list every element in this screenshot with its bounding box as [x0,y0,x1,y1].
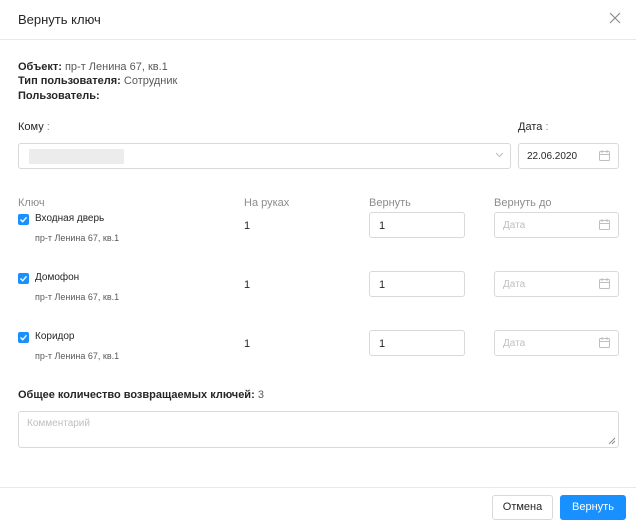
dialog-title: Вернуть ключ [18,12,101,27]
key-address: пр-т Ленина 67, кв.1 [35,292,120,302]
date-value: 22.06.2020 [527,151,578,162]
row-checkbox[interactable] [18,273,29,284]
object-value: пр-т Ленина 67, кв.1 [64,61,168,73]
key-address: пр-т Ленина 67, кв.1 [35,233,120,243]
dialog-header: Вернуть ключ [0,0,636,40]
calendar-icon [599,278,610,289]
return-until-picker[interactable]: Дата [494,212,619,238]
check-icon [20,216,28,223]
key-name: Входная дверь [35,213,105,224]
row-checkbox[interactable] [18,332,29,343]
col-header-on-hand: На руках [244,197,290,209]
chevron-down-icon [495,152,504,158]
check-icon [20,275,28,282]
key-address: пр-т Ленина 67, кв.1 [35,351,120,361]
close-icon[interactable] [609,12,623,26]
return-until-picker[interactable]: Дата [494,271,619,297]
col-header-key: Ключ [18,197,45,209]
on-hand-count: 1 [244,338,251,350]
recipient-select[interactable] [18,143,511,169]
resize-grip-icon[interactable] [608,437,616,445]
date-picker[interactable]: 22.06.2020 [518,143,619,169]
to-label: Кому : [18,121,50,133]
on-hand-count: 1 [244,279,251,291]
total-label: Общее количество возвращаемых ключей: [18,389,255,401]
date-placeholder: Дата [503,220,526,231]
object-info: Объект: пр-т Ленина 67, кв.1 [18,61,168,73]
return-until-picker[interactable]: Дата [494,330,619,356]
return-qty-input[interactable]: 1 [369,212,465,238]
return-qty-input[interactable]: 1 [369,330,465,356]
recipient-selected-value [29,149,124,164]
user-label: Пользователь: [18,90,100,102]
row-checkbox[interactable] [18,214,29,225]
comment-placeholder: Комментарий [27,418,90,429]
date-placeholder: Дата [503,279,526,290]
user-info: Пользователь: [18,90,100,102]
key-name: Домофон [35,272,80,283]
return-qty-input[interactable]: 1 [369,271,465,297]
total-value: 3 [257,389,264,401]
object-label: Объект: [18,61,62,73]
check-icon [20,334,28,341]
calendar-icon [599,337,610,348]
return-button[interactable]: Вернуть [560,495,626,520]
comment-textarea[interactable]: Комментарий [18,411,619,448]
col-header-return-until: Вернуть до [494,197,552,209]
total-returned-keys: Общее количество возвращаемых ключей: 3 [18,389,264,401]
key-name: Коридор [35,331,75,342]
dialog-footer: Отмена Вернуть [0,487,636,526]
calendar-icon [599,150,610,161]
col-header-return: Вернуть [369,197,411,209]
date-placeholder: Дата [503,338,526,349]
calendar-icon [599,219,610,230]
user-type-info: Тип пользователя: Сотрудник [18,75,177,87]
return-key-dialog: Вернуть ключ Объект: пр-т Ленина 67, кв.… [0,0,636,526]
date-label: Дата : [518,121,549,133]
cancel-button[interactable]: Отмена [492,495,553,520]
user-type-value: Сотрудник [123,75,178,87]
on-hand-count: 1 [244,220,251,232]
user-type-label: Тип пользователя: [18,75,121,87]
